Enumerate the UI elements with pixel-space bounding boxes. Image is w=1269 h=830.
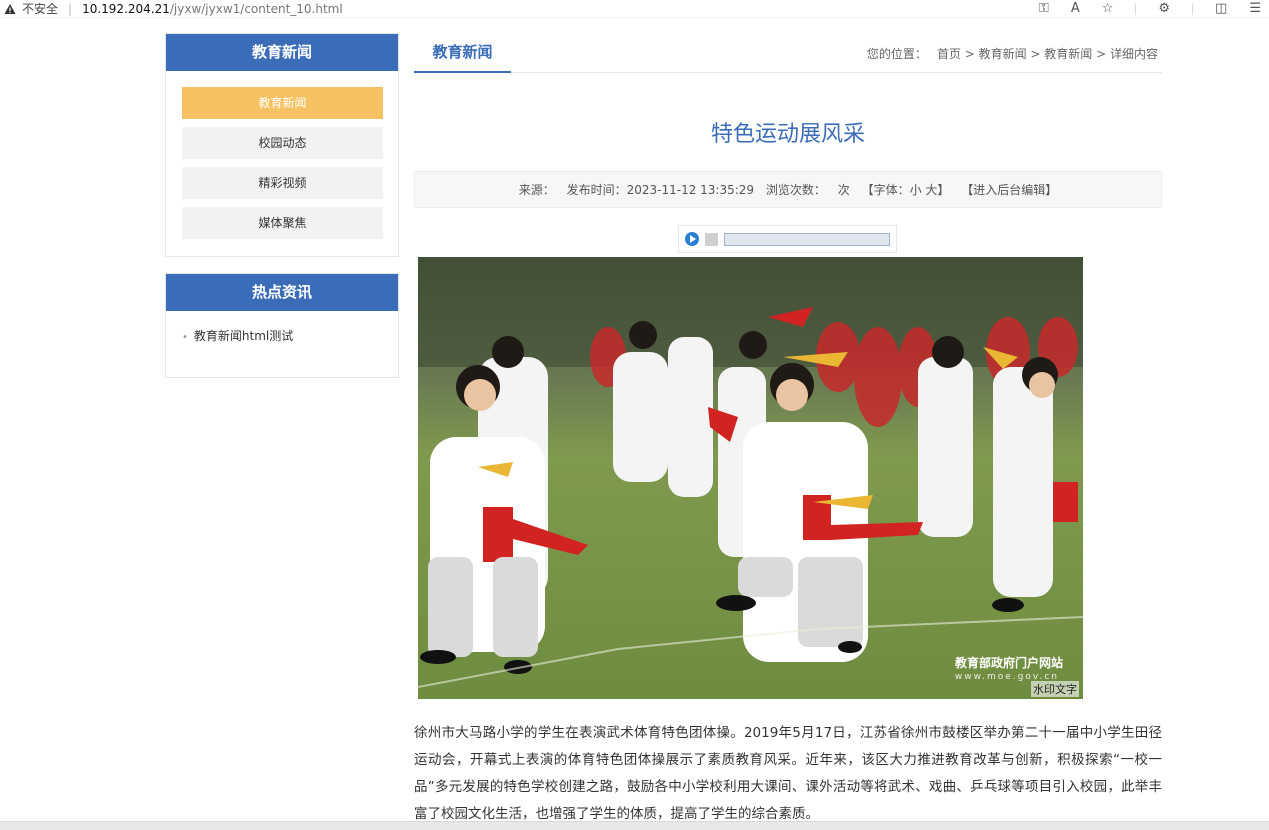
breadcrumb-label: 您的位置：: [866, 47, 927, 61]
meta-published: 发布时间：2023-11-12 13:35:29: [566, 183, 755, 197]
article-title: 特色运动展风采: [710, 122, 865, 147]
extensions-icon[interactable]: ⚙: [1158, 0, 1170, 18]
hot-news-list: • 教育新闻html测试: [166, 311, 398, 344]
sidebar-news-menu: 教育新闻 教育新闻 校园动态 精彩视频 媒体聚焦: [165, 33, 399, 257]
breadcrumb: 您的位置： 首页 > 教育新闻 > 教育新闻 > 详细内容: [867, 45, 1158, 62]
stop-icon[interactable]: [705, 232, 718, 246]
main-content: 教育新闻 您的位置： 首页 > 教育新闻 > 教育新闻 > 详细内容: [414, 33, 1162, 73]
play-icon[interactable]: [685, 232, 699, 246]
photo-illustration: [418, 257, 1083, 699]
watermark-text: 水印文字: [1031, 681, 1079, 697]
insecure-label: 不安全: [22, 2, 59, 16]
url-path[interactable]: /jyxw/jyxw1/content_10.html: [170, 2, 343, 16]
audio-player: [678, 225, 897, 253]
split-screen-icon[interactable]: ◫: [1215, 0, 1227, 18]
audio-progress-bar[interactable]: [724, 232, 890, 246]
hot-news-title: 热点资讯: [166, 274, 398, 311]
browser-toolbar: ⚿ A ☆ ⚙ ◫ ☰: [1039, 0, 1261, 18]
browser-address-bar[interactable]: 不安全 | 10.192.204.21/jyxw/jyxw1/content_1…: [0, 0, 1269, 18]
sidebar-menu: 教育新闻 校园动态 精彩视频 媒体聚焦: [166, 71, 398, 239]
sidebar-item-education-news[interactable]: 教育新闻: [182, 87, 383, 119]
meta-source: 来源：: [518, 183, 555, 197]
meta-views-unit: 次: [837, 183, 850, 197]
key-icon[interactable]: ⚿: [1039, 0, 1049, 18]
sidebar-hot-news: 热点资讯 • 教育新闻html测试: [165, 273, 399, 378]
horizontal-scrollbar[interactable]: [0, 821, 1269, 830]
font-size-toggle[interactable]: 【字体：小 大】: [862, 183, 950, 197]
breadcrumb-path[interactable]: 首页 > 教育新闻 > 教育新闻 > 详细内容: [937, 47, 1158, 61]
article-body: 徐州市大马路小学的学生在表演武术体育特色团体操。2019年5月17日，江苏省徐州…: [414, 725, 1162, 822]
section-tab-row: 教育新闻 您的位置： 首页 > 教育新闻 > 教育新闻 > 详细内容: [414, 33, 1162, 73]
edit-link[interactable]: 【进入后台编辑】: [961, 183, 1057, 197]
read-aloud-icon[interactable]: A: [1071, 0, 1080, 18]
toolbar-divider: [1135, 3, 1137, 15]
article-meta-bar: 来源： 发布时间：2023-11-12 13:35:29 浏览次数： 次 【字体…: [414, 171, 1162, 208]
meta-views: 浏览次数：: [765, 183, 826, 197]
tab-education-news[interactable]: 教育新闻: [414, 33, 511, 73]
address-separator: |: [68, 1, 73, 16]
url-host[interactable]: 10.192.204.21: [82, 2, 170, 16]
warning-icon: [4, 3, 16, 14]
favorites-list-icon[interactable]: ☰: [1249, 0, 1261, 18]
favorite-star-icon[interactable]: ☆: [1102, 0, 1114, 18]
watermark-site: 教育部政府门户网站: [954, 656, 1063, 670]
sidebar-item-campus-news[interactable]: 校园动态: [182, 127, 383, 159]
sidebar-title: 教育新闻: [166, 34, 398, 71]
toolbar-divider: [1192, 3, 1194, 15]
bullet-icon: •: [182, 332, 188, 343]
sidebar-item-videos[interactable]: 精彩视频: [182, 167, 383, 199]
article-photo: 教育部政府门户网站 www.moe.gov.cn 水印文字: [418, 257, 1083, 699]
hot-news-link[interactable]: 教育新闻html测试: [194, 329, 293, 343]
hot-news-item[interactable]: • 教育新闻html测试: [182, 327, 398, 344]
sidebar-item-media-focus[interactable]: 媒体聚焦: [182, 207, 383, 239]
